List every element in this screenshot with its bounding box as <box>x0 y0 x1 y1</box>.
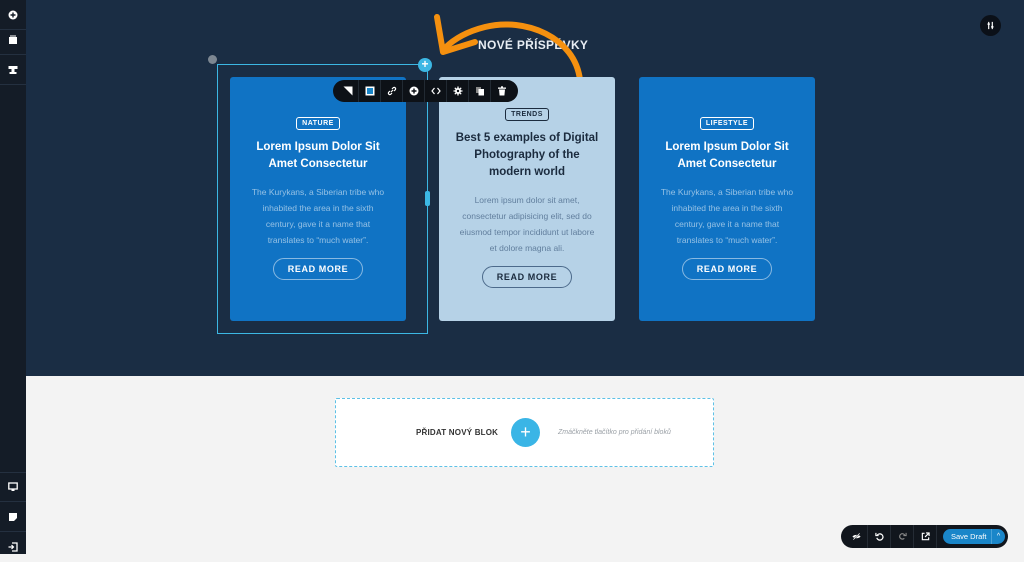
external-link-icon <box>921 532 930 541</box>
collapse-button[interactable] <box>208 55 217 64</box>
post-card: LIFESTYLE Lorem Ipsum Dolor Sit Amet Con… <box>639 77 815 321</box>
add-button[interactable] <box>403 80 425 102</box>
undo-button[interactable] <box>868 525 891 548</box>
hide-button[interactable] <box>845 525 868 548</box>
read-more-button[interactable]: READ MORE <box>481 266 573 288</box>
category-badge: LIFESTYLE <box>699 117 755 130</box>
hide-icon <box>851 532 861 541</box>
save-draft-label: Save Draft <box>951 532 987 541</box>
layers-icon <box>9 35 17 44</box>
add-block-area: PŘIDAT NOVÝ BLOK + Zmáčkněte tlačítko pr… <box>335 398 714 467</box>
delete-button[interactable] <box>491 80 513 102</box>
monitor-icon <box>8 482 18 491</box>
add-block-button[interactable]: + <box>511 418 540 447</box>
card-title: Best 5 examples of Digital Photography o… <box>455 132 599 178</box>
save-draft-button[interactable]: Save Draft ^ <box>943 529 1005 544</box>
add-block-hint: Zmáčkněte tlačítko pro přidání bloků <box>558 429 671 436</box>
background-icon <box>343 86 352 96</box>
add-block-label: PŘIDAT NOVÝ BLOK <box>416 428 499 437</box>
add-circle-icon <box>8 10 18 19</box>
color-icon <box>365 86 374 96</box>
sidebar-templates-button[interactable] <box>0 55 26 85</box>
link-button[interactable] <box>381 80 403 102</box>
background-button[interactable] <box>337 80 359 102</box>
undo-icon <box>874 532 884 541</box>
code-icon <box>430 87 441 95</box>
delete-icon <box>498 86 506 96</box>
open-external-button[interactable] <box>914 525 937 548</box>
color-button[interactable] <box>359 80 381 102</box>
page-icon <box>9 512 17 521</box>
card-text: Lorem ipsum dolor sit amet, consectetur … <box>459 195 595 253</box>
read-more-button[interactable]: READ MORE <box>681 258 773 280</box>
sidebar-exit-button[interactable] <box>0 532 26 562</box>
link-icon <box>387 86 396 96</box>
sidebar-pages-button[interactable] <box>0 502 26 532</box>
block-toolbar <box>333 80 518 102</box>
card-text: The Kurykans, a Siberian tribe who inhab… <box>660 187 794 245</box>
redo-icon <box>898 532 907 540</box>
sidebar-preview-button[interactable] <box>0 472 26 502</box>
save-options-chevron-icon[interactable]: ^ <box>991 529 1005 544</box>
category-badge: TRENDS <box>505 108 549 121</box>
sliders-icon <box>987 21 994 30</box>
bottom-action-bar: Save Draft ^ <box>841 525 1008 548</box>
duplicate-icon <box>475 87 484 96</box>
selection-outline <box>217 64 428 334</box>
exit-icon <box>8 542 18 552</box>
settings-icon <box>453 86 462 96</box>
left-sidebar <box>0 0 26 554</box>
post-card: TRENDS Best 5 examples of Digital Photog… <box>439 77 615 321</box>
redo-button[interactable] <box>891 525 914 548</box>
resize-handle[interactable] <box>425 191 430 206</box>
insert-block-button[interactable]: + <box>418 58 432 72</box>
settings-button[interactable] <box>447 80 469 102</box>
sidebar-blocks-button[interactable] <box>0 25 26 55</box>
duplicate-button[interactable] <box>469 80 491 102</box>
code-button[interactable] <box>425 80 447 102</box>
card-title: Lorem Ipsum Dolor Sit Amet Consectetur <box>665 141 789 170</box>
layout-toggle-button[interactable] <box>980 15 1001 36</box>
annotation-arrow-icon <box>434 14 583 82</box>
add-icon <box>409 86 418 96</box>
template-icon <box>8 65 18 74</box>
